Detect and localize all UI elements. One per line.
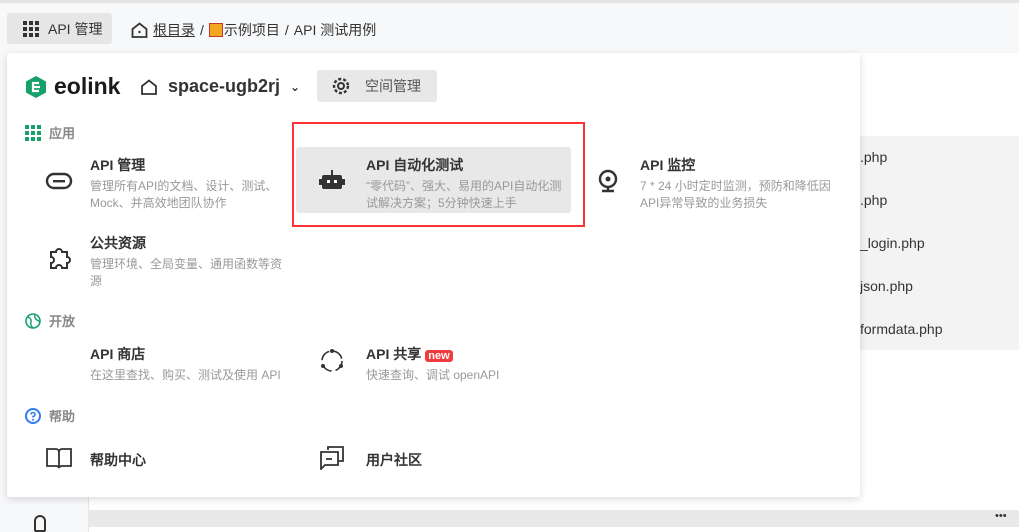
space-selector[interactable]: space-ugb2rj ⌄ (140, 76, 300, 97)
eolink-logo: eolink (24, 73, 120, 100)
new-badge: new (425, 350, 453, 362)
breadcrumb-project[interactable]: 示例项目 (224, 20, 280, 40)
list-item[interactable]: formdata.php (860, 321, 943, 337)
list-item[interactable]: _login.php (860, 235, 925, 251)
app-item-user-community[interactable]: 用户社区 (366, 450, 422, 470)
home-icon (141, 78, 157, 95)
share-icon (318, 347, 346, 375)
space-settings-button[interactable]: 空间管理 (317, 70, 437, 102)
breadcrumb-current: API 测试用例 (293, 22, 377, 38)
space-name: space-ugb2rj (168, 76, 281, 96)
list-item[interactable]: .php (860, 192, 887, 208)
app-item-api-management[interactable] (45, 167, 73, 195)
book-icon (45, 444, 73, 472)
item-title: API 自动化测试 (366, 157, 464, 173)
breadcrumb-separator: / (200, 22, 204, 38)
item-desc: “零代码”、强大、易用的API自动化测试解决方案；5分钟快速上手 (366, 179, 562, 210)
breadcrumb-separator: / (284, 22, 289, 38)
item-desc: 管理环境、全局变量、通用函数等资源 (90, 257, 283, 288)
app-item-public-resources[interactable]: 公共资源 管理环境、全局变量、通用函数等资源 (90, 233, 290, 290)
user-icon[interactable] (34, 515, 46, 532)
section-label: 开放 (49, 314, 76, 329)
item-desc: 快速查询、调试 openAPI (366, 368, 500, 382)
grid-icon (25, 124, 41, 141)
chevron-down-icon: ⌄ (290, 79, 301, 94)
app-item-api-store[interactable]: API 商店 在这里查找、购买、测试及使用 API (90, 344, 300, 384)
help-icon (25, 407, 41, 424)
item-desc: 7 * 24 小时定时监测，预防和降低因API异常导致的业务损失 (640, 179, 831, 210)
item-title: API 监控 (640, 157, 696, 173)
home-icon (131, 22, 148, 38)
app-item-help-center[interactable]: 帮助中心 (90, 450, 146, 470)
breadcrumb: 根目录 / 示例项目 / API 测试用例 (131, 20, 376, 40)
space-settings-label: 空间管理 (365, 78, 421, 94)
app-item-api-monitor[interactable]: API 监控 7 * 24 小时定时监测，预防和降低因API异常导致的业务损失 (640, 155, 840, 212)
section-label: 应用 (49, 126, 76, 141)
section-label: 帮助 (49, 409, 76, 424)
chat-icon (318, 443, 346, 471)
breadcrumb-root[interactable]: 根目录 (153, 20, 195, 40)
grid-icon (23, 20, 39, 37)
app-item-api-automation-text[interactable]: API 自动化测试 “零代码”、强大、易用的API自动化测试解决方案；5分钟快速… (366, 155, 566, 212)
section-help: 帮助 (25, 406, 75, 425)
gear-icon (332, 77, 350, 95)
item-desc: 管理所有API的文档、设计、测试、Mock、并高效地团队协作 (90, 179, 278, 210)
logo-text: eolink (54, 73, 121, 99)
section-apps: 应用 (25, 123, 75, 142)
item-title: API 管理 (90, 157, 146, 173)
item-desc: 在这里查找、购买、测试及使用 API (90, 368, 281, 382)
app-switcher-label: API 管理 (48, 20, 103, 37)
list-item[interactable]: json.php (860, 278, 913, 294)
gift-icon (208, 23, 223, 37)
more-button[interactable]: ••• (995, 510, 1007, 522)
webcam-icon (594, 167, 622, 195)
app-switcher-button[interactable]: API 管理 (7, 13, 112, 44)
item-title: 公共资源 (90, 235, 146, 251)
item-title: API 共享 (366, 346, 422, 362)
robot-icon (318, 166, 346, 194)
puzzle-icon (45, 244, 73, 272)
list-item[interactable]: .php (860, 149, 887, 165)
item-title: API 商店 (90, 346, 146, 362)
globe-icon (25, 312, 41, 329)
app-item-api-management-text[interactable]: API 管理 管理所有API的文档、设计、测试、Mock、并高效地团队协作 (90, 155, 290, 212)
link-icon (45, 167, 73, 195)
bottom-bar (88, 510, 1019, 527)
app-item-api-share[interactable]: API 共享 new 快速查询、调试 openAPI (366, 344, 576, 384)
section-open: 开放 (25, 311, 75, 330)
